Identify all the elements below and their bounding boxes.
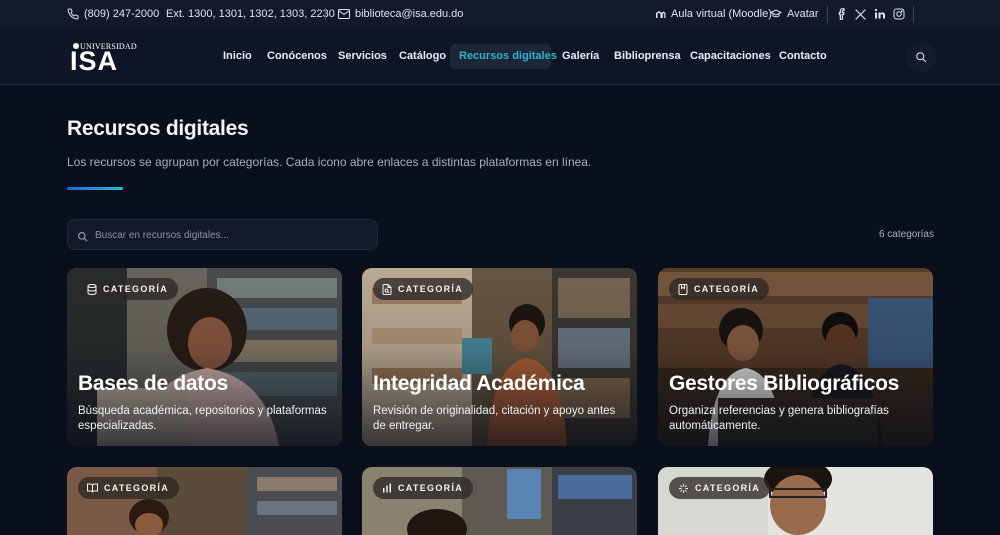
- logo-isa-text: ISA: [70, 46, 119, 76]
- nav-item-conocenos[interactable]: Conócenos: [267, 50, 327, 62]
- badge-label: CATEGORÍA: [103, 284, 169, 294]
- category-count: 6 categorías: [878, 229, 934, 240]
- category-badge: CATEGORÍA: [78, 477, 180, 499]
- divider: [913, 6, 914, 23]
- search-icon: [916, 52, 927, 63]
- nav-item-contacto[interactable]: Contacto: [779, 50, 827, 62]
- isa-logo[interactable]: UNIVERSIDAD ISA: [70, 41, 137, 76]
- badge-label: CATEGORÍA: [695, 483, 761, 493]
- category-card-5[interactable]: CATEGORÍA: [362, 467, 637, 535]
- aula-virtual-link[interactable]: Aula virtual (Moodle): [671, 8, 772, 20]
- email-link[interactable]: biblioteca@isa.edu.do: [355, 8, 463, 20]
- nav-item-biblioprensa[interactable]: Biblioprensa: [614, 50, 681, 62]
- instagram-icon[interactable]: [893, 8, 905, 20]
- top-bar: (809) 247-2000 Ext. 1300, 1301, 1302, 13…: [0, 0, 1000, 29]
- resource-search[interactable]: [67, 219, 378, 250]
- search-icon: [77, 229, 88, 247]
- badge-label: CATEGORÍA: [104, 483, 170, 493]
- moodle-icon: [655, 9, 666, 19]
- nav-item-recursos-digitales[interactable]: Recursos digitales: [450, 44, 557, 69]
- mail-icon: [338, 9, 350, 19]
- category-card-bases-de-datos[interactable]: CATEGORÍA Bases de datos Búsqueda académ…: [67, 268, 342, 446]
- category-card-6[interactable]: CATEGORÍA: [658, 467, 933, 535]
- nav-item-label: Recursos digitales: [459, 50, 557, 62]
- chart-icon: [383, 483, 391, 493]
- divider: [827, 6, 828, 23]
- phone-icon: [67, 8, 79, 20]
- card-title: Gestores Bibliográficos: [669, 372, 899, 395]
- card-title: Bases de datos: [78, 372, 228, 395]
- category-card-4[interactable]: CATEGORÍA: [67, 467, 342, 535]
- database-icon: [87, 283, 97, 295]
- search-button[interactable]: [906, 42, 936, 72]
- book-icon: [87, 483, 98, 493]
- category-badge: CATEGORÍA: [78, 278, 179, 300]
- page-title: Recursos digitales: [67, 117, 249, 140]
- nav-item-capacitaciones[interactable]: Capacitaciones: [690, 50, 771, 62]
- facebook-icon[interactable]: [837, 8, 847, 20]
- card-description: Organiza referencias y genera bibliograf…: [669, 405, 889, 432]
- avatar-link[interactable]: Avatar: [787, 8, 819, 20]
- category-badge: CATEGORÍA: [669, 278, 770, 300]
- badge-label: CATEGORÍA: [694, 284, 760, 294]
- category-badge: CATEGORÍA: [669, 477, 771, 499]
- category-card-integridad-academica[interactable]: CATEGORÍA Integridad Académica Revisión …: [362, 268, 637, 446]
- phone-number[interactable]: (809) 247-2000: [84, 8, 159, 20]
- category-badge: CATEGORÍA: [373, 278, 474, 300]
- sparkle-icon: [679, 483, 688, 493]
- accent-divider: [67, 187, 123, 190]
- avatar-icon: [770, 8, 782, 20]
- page-subtitle: Los recursos se agrupan por categorías. …: [67, 155, 592, 169]
- category-badge: CATEGORÍA: [373, 477, 474, 499]
- nav-item-inicio[interactable]: Inicio: [223, 50, 252, 62]
- linkedin-icon[interactable]: [874, 8, 886, 20]
- search-input[interactable]: [95, 226, 365, 244]
- divider: [325, 8, 326, 20]
- category-card-gestores-bibliograficos[interactable]: CATEGORÍA Gestores Bibliográficos Organi…: [658, 268, 933, 446]
- card-description: Búsqueda académica, repositorios y plata…: [78, 405, 327, 432]
- badge-label: CATEGORÍA: [398, 483, 464, 493]
- integrity-icon: [382, 283, 392, 295]
- bookmark-icon: [678, 283, 688, 295]
- badge-label: CATEGORÍA: [398, 284, 464, 294]
- nav-item-galeria[interactable]: Galería: [562, 50, 599, 62]
- main-nav: UNIVERSIDAD ISA Inicio Conócenos Servici…: [0, 29, 1000, 85]
- card-description: Revisión de originalidad, citación y apo…: [373, 405, 616, 432]
- card-title: Integridad Académica: [373, 372, 585, 395]
- nav-item-servicios[interactable]: Servicios: [338, 50, 387, 62]
- nav-item-catalogo[interactable]: Catálogo: [399, 50, 446, 62]
- x-icon[interactable]: [854, 8, 867, 21]
- phone-extensions: Ext. 1300, 1301, 1302, 1303, 2230: [166, 8, 335, 20]
